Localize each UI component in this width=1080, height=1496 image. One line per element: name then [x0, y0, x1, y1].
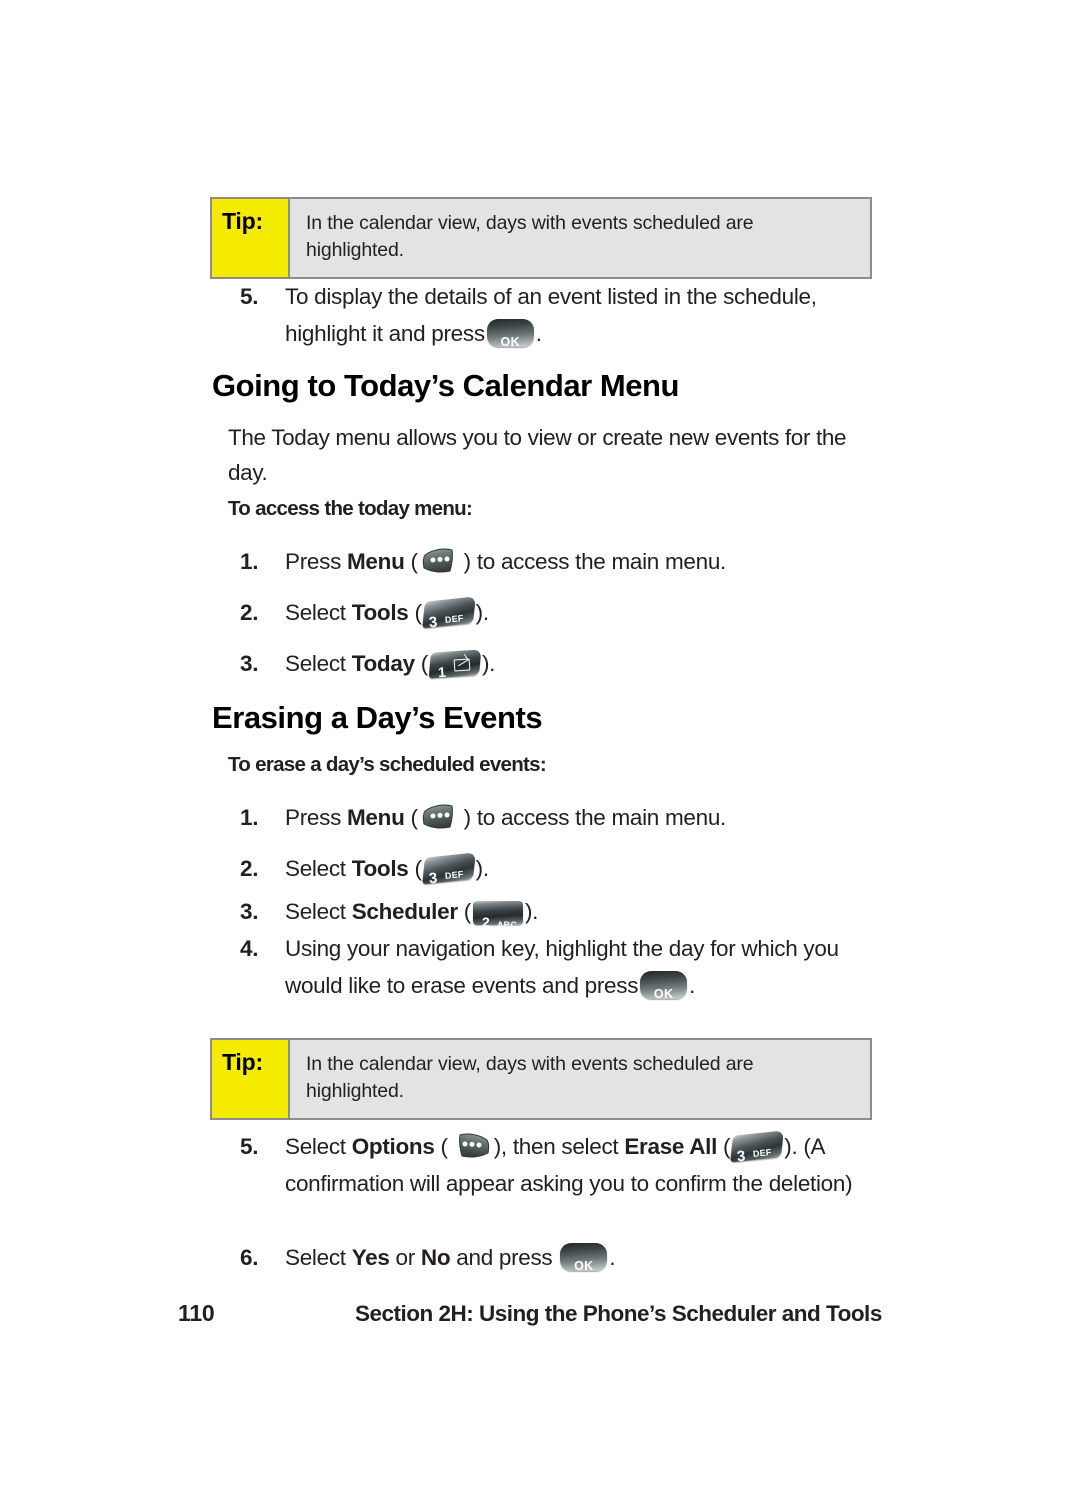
step-text-end: . — [535, 321, 542, 346]
step-number: 1. — [240, 549, 259, 574]
step-item: 3. Select Today (1). — [240, 645, 890, 682]
step-bold-term: Scheduler — [351, 899, 458, 924]
page-number: 110 — [178, 1300, 215, 1326]
step-text-body: Using your navigation key, highlight the… — [285, 936, 839, 998]
tip-text: In the calendar view, days with events s… — [306, 1053, 754, 1102]
tip-text: In the calendar view, days with events s… — [306, 212, 754, 261]
step-number: 2. — [240, 600, 259, 625]
step-text: To display the details of an event liste… — [285, 278, 890, 352]
step-item: 2. Select Tools (3 DEF). — [240, 850, 890, 887]
step-verb: Select — [285, 600, 346, 625]
step-mid-text: or — [395, 1245, 416, 1270]
step-tail: and press — [456, 1245, 553, 1270]
step-tail: to access the main menu. — [476, 805, 727, 830]
step-bold-term: Tools — [351, 600, 409, 625]
manual-page: Tip: In the calendar view, days with eve… — [0, 0, 1080, 1496]
tip-callout-top: Tip: In the calendar view, days with eve… — [210, 197, 872, 279]
step-text: Select Options (), then select Erase All… — [285, 1128, 890, 1202]
menu-softkey-icon — [419, 802, 463, 833]
step-verb: Select — [285, 651, 346, 676]
paren-open: ( — [410, 549, 418, 574]
paren-open: ( — [414, 600, 422, 625]
step-bold-term: Today — [351, 651, 415, 676]
step-item: 2. Select Tools (3 DEF). — [240, 594, 890, 631]
ok-key-icon: OK — [640, 971, 688, 1001]
step-item: 1. Press Menu () to access the main menu… — [240, 799, 890, 836]
options-softkey-icon — [449, 1131, 493, 1162]
step-text-end: . — [609, 1245, 616, 1270]
step-text: Select Scheduler (2 ABC). — [285, 893, 890, 930]
key-2-abc-icon: 2 ABC — [472, 901, 523, 930]
step-bold-term: Yes — [351, 1245, 390, 1270]
key-3-def-icon: 3 DEF — [421, 596, 476, 631]
paren-close: ). — [475, 856, 489, 881]
paren-open: ( — [463, 899, 472, 924]
tip-label: Tip: — [212, 199, 290, 277]
step-number: 6. — [240, 1245, 259, 1270]
subheading-access-today: To access the today menu: — [228, 497, 473, 520]
step-item: 5. Select Options (), then select Erase … — [240, 1128, 890, 1202]
step-number: 1. — [240, 805, 259, 830]
page-heading-today: Going to Today’s Calendar Menu — [212, 368, 680, 403]
step-text: Select Tools (3 DEF). — [285, 850, 890, 887]
step-mid-text: ), then select — [493, 1134, 619, 1159]
page-heading-erase: Erasing a Day’s Events — [212, 700, 543, 735]
key-1-envelope-icon: 1 — [428, 649, 482, 680]
step-text: Select Tools (3 DEF). — [285, 594, 890, 631]
step-text: Select Today (1). — [285, 645, 890, 682]
footer-section-title: Section 2H: Using the Phone’s Scheduler … — [355, 1301, 882, 1326]
tip-label: Tip: — [212, 1040, 290, 1118]
step-text: Using your navigation key, highlight the… — [285, 930, 890, 1004]
step-number: 3. — [240, 651, 259, 676]
step-verb: Select — [285, 856, 346, 881]
step-number: 3. — [240, 899, 259, 924]
key-3-def-icon: 3 DEF — [421, 852, 476, 887]
step-number: 5. — [240, 1134, 259, 1159]
intro-paragraph-today: The Today menu allows you to view or cre… — [228, 425, 847, 485]
paren-open: ( — [420, 651, 429, 676]
step-bold-term: Options — [351, 1134, 435, 1159]
step-bold-term: No — [420, 1245, 451, 1270]
step-text: Press Menu () to access the main menu. — [285, 543, 890, 580]
step-number: 2. — [240, 856, 259, 881]
paren-open: ( — [410, 805, 418, 830]
step-item: 6. Select Yes or No and press OK. — [240, 1239, 890, 1276]
paren-close: ). — [481, 651, 496, 676]
menu-softkey-icon — [419, 546, 463, 577]
paren-close: ). — [475, 600, 489, 625]
step-item: 4. Using your navigation key, highlight … — [240, 930, 890, 1004]
step-bold-term: Tools — [351, 856, 409, 881]
step-verb: Press — [285, 549, 342, 574]
key-3-def-icon: 3 DEF — [730, 1130, 785, 1165]
step-item: 3. Select Scheduler (2 ABC). — [240, 893, 890, 930]
step-text: Select Yes or No and press OK. — [285, 1239, 890, 1276]
step-number: 5. — [240, 284, 259, 309]
step-bold-term: Menu — [346, 805, 405, 830]
ok-key-icon: OK — [486, 319, 534, 349]
tip-callout-bottom: Tip: In the calendar view, days with eve… — [210, 1038, 872, 1120]
paren-close: ) — [463, 549, 472, 574]
step-item: 1. Press Menu () to access the main menu… — [240, 543, 890, 580]
step-item: 5. To display the details of an event li… — [240, 278, 890, 352]
step-text: Press Menu () to access the main menu. — [285, 799, 890, 836]
step-bold-term: Erase All — [624, 1134, 718, 1159]
step-bold-term: Menu — [346, 549, 405, 574]
step-text-body: To display the details of an event liste… — [285, 284, 817, 346]
step-verb: Select — [285, 1245, 346, 1270]
step-tail: to access the main menu. — [476, 549, 727, 574]
step-text-end: . — [689, 973, 696, 998]
step-verb: Select — [285, 899, 346, 924]
subheading-erase-events: To erase a day’s scheduled events: — [228, 753, 547, 776]
ok-key-icon: OK — [560, 1243, 608, 1273]
step-number: 4. — [240, 936, 259, 961]
paren-close: ) — [463, 805, 472, 830]
step-verb: Select — [285, 1134, 346, 1159]
paren-close: ). — [524, 899, 539, 924]
paren-open: ( — [414, 856, 422, 881]
step-verb: Press — [285, 805, 342, 830]
